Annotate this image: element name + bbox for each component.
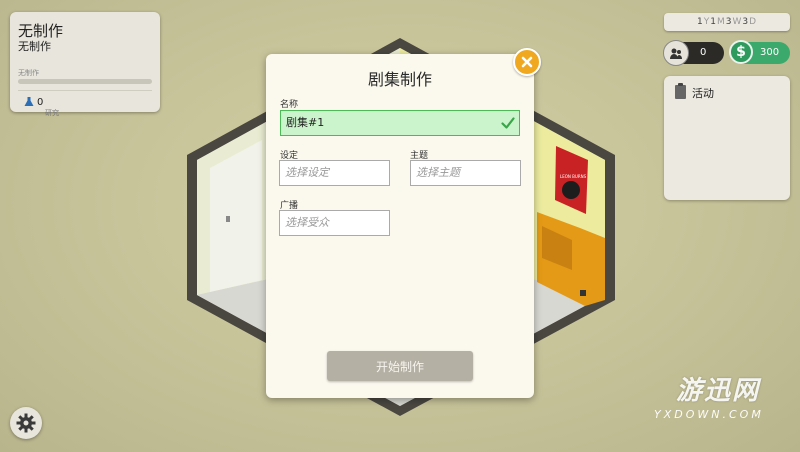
- date-month-value: 1: [710, 17, 717, 27]
- production-card[interactable]: 无制作 无制作 无制作 0 研究: [10, 12, 160, 117]
- theme-placeholder: 选择主题: [416, 166, 460, 179]
- money-counter[interactable]: $ 300: [729, 40, 790, 64]
- setting-placeholder: 选择设定: [285, 166, 329, 179]
- close-button[interactable]: [513, 48, 541, 76]
- settings-button[interactable]: [10, 407, 42, 439]
- dialog-title: 剧集制作: [367, 70, 432, 89]
- name-value: 剧集#1: [286, 116, 325, 129]
- divider: [18, 90, 152, 91]
- date-year-value: 1: [696, 17, 704, 27]
- theme-select[interactable]: 选择主题: [410, 160, 521, 186]
- dollar-icon: $: [729, 40, 753, 64]
- activity-label: 活动: [692, 87, 714, 100]
- clipboard-icon: [675, 83, 686, 99]
- date-display: 1 Y 1 M 3 W 3 D: [664, 13, 790, 31]
- production-subtitle: 无制作: [18, 40, 51, 53]
- gear-icon: [16, 413, 36, 433]
- close-icon: [521, 56, 533, 68]
- check-icon: [501, 117, 515, 129]
- setting-select[interactable]: 选择设定: [279, 160, 390, 186]
- money-value: 300: [760, 47, 780, 58]
- date-day-unit: D: [749, 17, 758, 27]
- watermark-url: YXDOWN.COM: [654, 408, 764, 421]
- audience-select[interactable]: 选择受众: [279, 210, 390, 236]
- name-input[interactable]: 剧集#1: [280, 110, 520, 136]
- activity-panel[interactable]: 活动: [664, 76, 790, 200]
- svg-text:LEON BURNS: LEON BURNS: [560, 174, 587, 179]
- audience-placeholder: 选择受众: [285, 216, 329, 229]
- flask-icon: [24, 97, 34, 106]
- date-week-unit: W: [732, 17, 743, 27]
- production-status: 无制作: [18, 69, 39, 77]
- research-label: 研究: [45, 109, 59, 117]
- fans-value: 0: [700, 47, 707, 58]
- production-progress-bar: [18, 79, 152, 84]
- start-production-button[interactable]: 开始制作: [327, 351, 473, 381]
- research-count: 0: [37, 97, 44, 108]
- date-day-value: 3: [742, 17, 750, 27]
- episode-production-dialog: 剧集制作 名称 剧集#1 设定 选择设定 主题 选择主题 广播 选择受众 开始制…: [266, 48, 541, 398]
- name-label: 名称: [280, 100, 299, 110]
- watermark-logo: 游迅网: [676, 376, 761, 406]
- fans-counter[interactable]: 0: [663, 40, 724, 66]
- date-month-unit: M: [716, 17, 726, 27]
- date-week-value: 3: [725, 17, 733, 27]
- fans-icon: [663, 40, 689, 66]
